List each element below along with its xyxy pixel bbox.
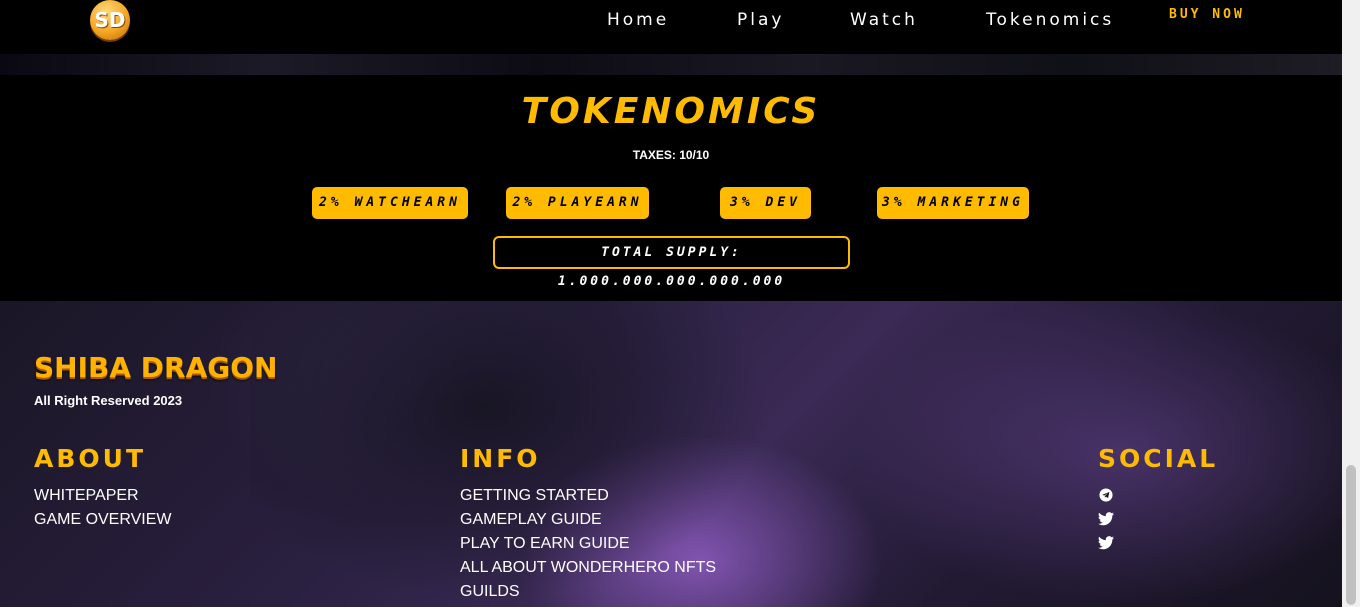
- logo[interactable]: SD: [90, 0, 130, 40]
- scrollbar-thumb[interactable]: [1346, 465, 1356, 605]
- twitter-icon[interactable]: [1098, 512, 1114, 526]
- brand-logo: SHIBA DRAGON: [34, 351, 278, 384]
- nav-home[interactable]: Home: [607, 10, 669, 30]
- marketing-badge: 3% MARKETING: [877, 187, 1029, 219]
- tokenomics-section: TOKENOMICS TAXES: 10/10 2% WATCHEARN 2% …: [0, 75, 1342, 301]
- wonderhero-nfts-link[interactable]: ALL ABOUT WONDERHERO NFTS: [460, 559, 716, 577]
- play-to-earn-guide-link[interactable]: PLAY TO EARN GUIDE: [460, 535, 630, 553]
- game-overview-link[interactable]: GAME OVERVIEW: [34, 511, 172, 529]
- about-heading: ABOUT: [34, 444, 147, 473]
- nav-play[interactable]: Play: [737, 10, 784, 30]
- buy-now-button[interactable]: BUY NOW: [1169, 7, 1245, 22]
- social-heading: SOCIAL: [1098, 444, 1219, 473]
- total-supply-badge: TOTAL SUPPLY: 1.000.000.000.000.000: [493, 236, 850, 289]
- footer: SHIBA DRAGON All Right Reserved 2023 ABO…: [0, 301, 1342, 607]
- gameplay-guide-link[interactable]: GAMEPLAY GUIDE: [460, 511, 602, 529]
- watchearn-badge: 2% WATCHEARN: [312, 187, 468, 219]
- dev-badge: 3% DEV: [720, 187, 811, 219]
- taxes-label: TAXES: 10/10: [632, 148, 710, 162]
- whitepaper-link[interactable]: WHITEPAPER: [34, 487, 139, 505]
- getting-started-link[interactable]: GETTING STARTED: [460, 487, 609, 505]
- playearn-badge: 2% PLAYEARN: [506, 187, 649, 219]
- nav-watch[interactable]: Watch: [850, 10, 918, 30]
- copyright-text: All Right Reserved 2023: [34, 393, 183, 408]
- info-heading: INFO: [460, 444, 541, 473]
- hero-bottom-strip: [0, 54, 1342, 75]
- twitter-icon[interactable]: [1098, 536, 1114, 550]
- tokenomics-title: TOKENOMICS: [521, 91, 821, 132]
- scrollbar[interactable]: [1342, 0, 1360, 607]
- guilds-link[interactable]: GUILDS: [460, 583, 520, 601]
- nav-tokenomics[interactable]: Tokenomics: [986, 10, 1114, 30]
- top-navbar: SD Home Play Watch Tokenomics BUY NOW: [0, 0, 1342, 54]
- telegram-icon[interactable]: [1098, 488, 1114, 502]
